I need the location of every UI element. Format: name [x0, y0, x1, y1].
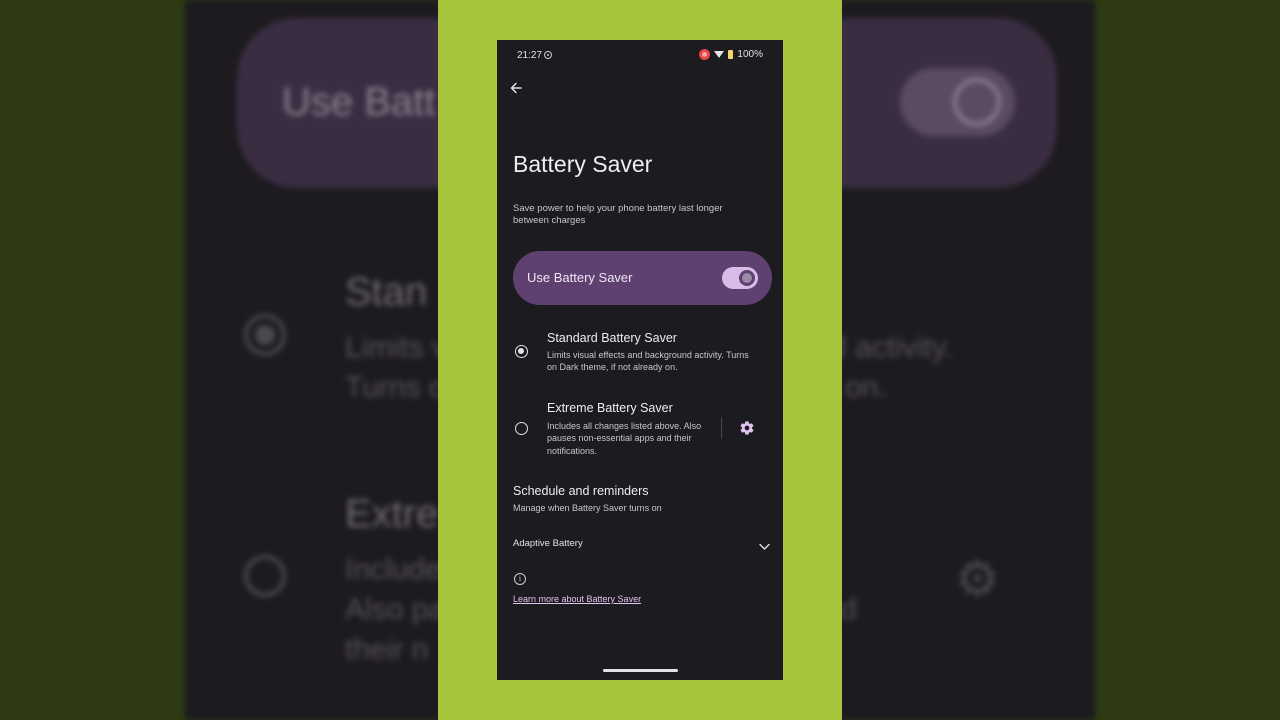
- battery-icon: [728, 50, 734, 59]
- bg-extreme-line3: their n: [345, 633, 429, 666]
- bg-standard-line1-right: d activity.: [830, 331, 953, 364]
- switch-knob: [739, 270, 755, 286]
- extreme-battery-saver-description: Includes all changes listed above. Also …: [547, 421, 702, 456]
- bg-radio-extreme: [244, 555, 286, 597]
- status-icons: 100%: [699, 49, 763, 60]
- bg-extreme-line1: Include: [345, 553, 442, 586]
- battery-percent: 100%: [737, 49, 763, 60]
- bg-extreme-title: Extre: [345, 492, 439, 536]
- standard-battery-saver-radio[interactable]: [515, 345, 528, 358]
- info-icon: i: [514, 573, 526, 585]
- gear-icon[interactable]: [739, 420, 755, 436]
- use-battery-saver-toggle-card[interactable]: Use Battery Saver: [513, 251, 772, 305]
- wifi-icon: [714, 51, 725, 58]
- learn-more-link[interactable]: Learn more about Battery Saver: [513, 594, 641, 604]
- standard-battery-saver-description: Limits visual effects and background act…: [547, 350, 749, 373]
- status-time: 21:27: [517, 50, 543, 61]
- bg-standard-line2-right: on.: [845, 371, 887, 404]
- use-battery-saver-label: Use Battery Saver: [527, 270, 633, 285]
- bg-radio-standard: [244, 314, 286, 356]
- extreme-battery-saver-title[interactable]: Extreme Battery Saver: [547, 401, 673, 415]
- bg-standard-line2-left: Turns o: [345, 371, 446, 404]
- chevron-down-icon[interactable]: [759, 538, 770, 550]
- bg-standard-line1-left: Limits v: [345, 331, 447, 364]
- divider: [721, 417, 722, 439]
- bg-switch: [900, 68, 1015, 136]
- bg-extreme-line2-right: d: [840, 593, 857, 626]
- schedule-and-reminders-title[interactable]: Schedule and reminders: [513, 484, 649, 498]
- use-battery-saver-switch[interactable]: [722, 267, 758, 289]
- adaptive-battery-label[interactable]: Adaptive Battery: [513, 538, 583, 549]
- bg-standard-title: Stan: [345, 270, 428, 314]
- page-title: Battery Saver: [513, 151, 653, 177]
- bg-toggle-label: Use Batt: [282, 80, 436, 124]
- page-description: Save power to help your phone battery la…: [513, 203, 723, 226]
- phone-screen: 21:27 100% Battery Saver Save power to h…: [497, 40, 783, 680]
- screen-record-icon: [699, 49, 711, 60]
- bg-gear-icon: ⚙: [955, 551, 1000, 607]
- standard-battery-saver-title[interactable]: Standard Battery Saver: [547, 331, 677, 345]
- notification-dot-icon: [544, 51, 552, 59]
- bg-extreme-line2-left: Also pa: [345, 593, 446, 626]
- schedule-and-reminders-description: Manage when Battery Saver turns on: [513, 503, 662, 513]
- home-indicator[interactable]: [603, 669, 678, 672]
- back-arrow-icon[interactable]: [509, 81, 523, 97]
- extreme-battery-saver-radio[interactable]: [515, 422, 528, 435]
